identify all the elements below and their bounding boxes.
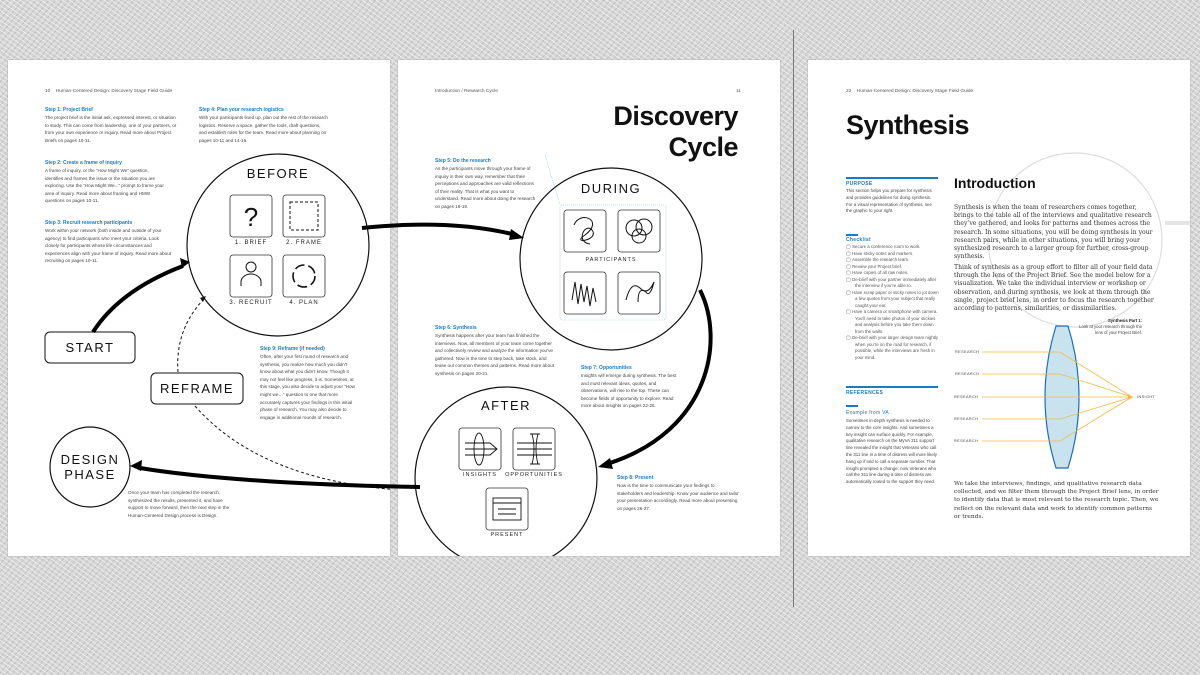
purpose-label: PURPOSE bbox=[846, 181, 873, 187]
step-9: Step 9: Reframe (if needed) Often, after … bbox=[260, 345, 356, 421]
step-title: Step 1: Project Brief bbox=[45, 107, 93, 113]
step-8: Step 8: Present Now is the time to commun… bbox=[617, 474, 739, 512]
research-label: RESEARCH bbox=[954, 417, 979, 421]
insight-label: INSIGHT bbox=[1137, 395, 1156, 399]
example-rule bbox=[846, 405, 858, 407]
brief-label: 1. BRIEF bbox=[234, 240, 268, 246]
step-body: Work within your network (both inside an… bbox=[45, 228, 172, 264]
step-title: Step 7: Opportunities bbox=[581, 365, 632, 371]
research-label: RESEARCH bbox=[954, 395, 979, 399]
after-title: AFTER bbox=[480, 398, 532, 413]
step-title: Step 2: Create a frame of inquiry bbox=[45, 160, 122, 166]
step-5: Step 5: Do the research As the participan… bbox=[435, 157, 537, 211]
step-body: The project brief is the initial ask, ex… bbox=[45, 115, 177, 143]
step-3: Step 3: Recruit research participants Wor… bbox=[45, 219, 173, 265]
step-body: Synthesis happens after your team has fi… bbox=[435, 333, 554, 376]
step-7: Step 7: Opportunities Insights will emerg… bbox=[581, 364, 681, 410]
example-body: Sometimes in-depth synthesis is needed t… bbox=[846, 418, 937, 485]
page-title: Synthesis bbox=[846, 110, 970, 140]
step-title: Step 5: Do the research bbox=[435, 158, 491, 164]
lens-caption: Synthesis Part 1: Look at your research t… bbox=[1072, 318, 1142, 336]
lens-caption-body: Look at your research through the lens o… bbox=[1079, 324, 1142, 335]
example-title: Example from VA bbox=[846, 410, 890, 416]
design-phase-label: DESIGN PHASE bbox=[50, 452, 130, 482]
step-title: Step 3: Recruit research participants bbox=[45, 220, 133, 226]
before-title: BEFORE bbox=[246, 166, 310, 181]
references-rule bbox=[846, 386, 938, 388]
phase-word: PHASE bbox=[64, 467, 116, 482]
step-body: Often, after your first round of researc… bbox=[260, 354, 355, 420]
design-phase-text: Once your team has completed the researc… bbox=[128, 490, 230, 518]
research-label: RESEARCH bbox=[955, 372, 980, 376]
intro-paragraph-2: Think of synthesis as a group effort to … bbox=[954, 264, 1154, 313]
checklist-item[interactable]: Have scrap paper or sticky notes to jot … bbox=[846, 290, 941, 310]
page-number: 22 bbox=[846, 89, 852, 94]
step-body: With your participants lined up, plan ou… bbox=[199, 115, 328, 143]
design-word: DESIGN bbox=[60, 452, 120, 467]
references-label: REFERENCES bbox=[846, 390, 884, 396]
purpose-rule bbox=[846, 177, 938, 179]
step-title: Step 4: Plan your research logistics bbox=[199, 107, 284, 113]
step-2: Step 2: Create a frame of inquiry A frame… bbox=[45, 159, 167, 205]
lens-caption-title: Synthesis Part 1: bbox=[1108, 318, 1142, 323]
step-body: A frame of inquiry, or the “How Might We… bbox=[45, 168, 164, 204]
step-title: Step 6: Synthesis bbox=[435, 325, 477, 331]
intro-paragraph-1: Synthesis is when the team of researcher… bbox=[954, 204, 1153, 261]
frame-label: 2. FRAME bbox=[286, 240, 322, 246]
checklist-rule bbox=[846, 234, 858, 236]
checklist-item[interactable]: Have a camera or smartphone with camera.… bbox=[846, 309, 941, 335]
header-title: Human-Centered Design: Discovery Stage F… bbox=[856, 89, 974, 94]
step-1: Step 1: Project Brief The project brief i… bbox=[45, 106, 177, 144]
page-header: 22 Human-Centered Design: Discovery Stag… bbox=[846, 89, 973, 94]
insights-label: INSIGHTS bbox=[463, 472, 497, 478]
during-title: DURING bbox=[580, 181, 642, 196]
start-label: START bbox=[65, 340, 115, 355]
opportunities-label: OPPORTUNITIES bbox=[505, 472, 563, 478]
page-number: 11 bbox=[736, 89, 741, 94]
participants-label: PARTICIPANTS bbox=[585, 257, 637, 263]
step-6: Step 6: Synthesis Synthesis happens after… bbox=[435, 324, 555, 378]
step-body: Insights will emerge during synthesis. T… bbox=[581, 373, 677, 409]
page-title: Discovery Cycle bbox=[613, 101, 738, 162]
reframe-label: REFRAME bbox=[159, 381, 235, 396]
plan-label: 4. PLAN bbox=[289, 300, 319, 306]
breadcrumb: Introduction / Research Cycle bbox=[435, 89, 498, 94]
step-title: Step 9: Reframe (if needed) bbox=[260, 346, 325, 352]
step-body: As the participants move through your fr… bbox=[435, 166, 536, 209]
checklist-item[interactable]: De-brief with your larger design team ni… bbox=[846, 335, 941, 361]
purpose-body: This section helps you prepare for synth… bbox=[846, 188, 932, 214]
intro-title: Introduction bbox=[954, 175, 1036, 191]
checklist-label: Checklist bbox=[846, 237, 871, 243]
step-4: Step 4: Plan your research logistics With… bbox=[199, 106, 329, 144]
checklist-item[interactable]: De-brief with your partner immediately a… bbox=[846, 277, 941, 290]
present-label: PRESENT bbox=[490, 532, 524, 538]
page-number: 10 bbox=[45, 89, 51, 94]
before-to-during-arrow bbox=[361, 222, 513, 236]
intro-paragraph-3: We take the interviews, findings, and qu… bbox=[954, 481, 1159, 520]
step-title: Step 8: Present bbox=[617, 475, 654, 481]
recruit-label: 3. RECRUIT bbox=[229, 300, 273, 306]
research-label: RESEARCH bbox=[955, 350, 980, 354]
header-title: Human-Centered Design: Discovery Stage F… bbox=[55, 89, 173, 94]
checklist: Secure a conference room to work. Have s… bbox=[846, 244, 941, 361]
step-body: Now is the time to communicate your find… bbox=[617, 483, 739, 511]
after-to-design-arrow bbox=[139, 466, 421, 489]
page-header: 10 Human-Centered Design: Discovery Stag… bbox=[45, 89, 172, 94]
research-label: RESEARCH bbox=[954, 439, 979, 443]
